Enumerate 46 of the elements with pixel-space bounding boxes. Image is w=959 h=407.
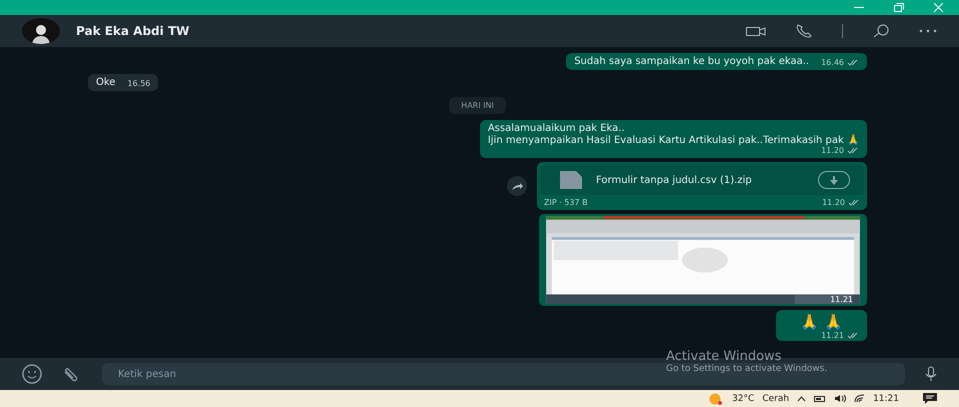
message-time: 16.46 [821,58,859,67]
file-icon [560,171,582,189]
weather-condition[interactable]: Cerah [762,394,790,404]
more-icon[interactable] [919,29,937,33]
person-silhouette-icon [30,22,52,44]
message-text: Sudah saya sampaikan ke bu yoyoh pak ekaa.. [574,56,810,67]
double-tick-icon [847,332,859,339]
minimize-icon[interactable] [854,6,864,8]
avatar[interactable] [22,18,60,44]
close-icon[interactable] [934,3,943,12]
speaker-icon[interactable] [834,394,846,403]
message-time: 11.20 [821,146,859,155]
double-tick-icon [847,147,859,154]
file-meta: ZIP · 537 B [544,198,588,207]
search-icon[interactable] [873,24,889,38]
contact-name[interactable]: Pak Eka Abdi TW [76,24,730,38]
share-arrow-icon [511,182,523,190]
activation-title: Activate Windows [666,349,782,364]
message-time: 16.56 [127,79,150,88]
chevron-up-icon[interactable] [797,396,806,402]
message-text: Oke [96,77,116,88]
phone-icon[interactable] [796,24,812,38]
notification-icon[interactable] [923,393,937,404]
double-tick-icon [848,199,860,206]
restore-icon[interactable] [894,3,904,12]
wifi-icon[interactable] [854,394,866,403]
activation-message: Go to Settings to activate Windows. [666,364,828,374]
message-time: 11.20 [822,198,860,207]
message-text: Assalamualaikum pak Eka.. Ijin menyampaikan Hasil Evaluasi Kartu Artikulasi pak..Terimakasih pak 🙏 [488,123,859,146]
microphone-icon[interactable] [925,366,937,382]
image-message[interactable]: 11.21 [539,214,867,306]
video-call-icon[interactable] [746,26,766,36]
message-time: 11.21 [830,295,853,304]
download-button[interactable] [818,171,850,189]
message-time: 11.21 [821,331,859,340]
emoji-text: 🙏 🙏 [799,312,844,331]
forward-button[interactable] [507,176,527,196]
weather-sun-icon[interactable] [708,392,724,404]
file-name: Formulir tanpa judul.csv (1).zip [596,174,753,186]
battery-icon[interactable] [814,394,826,402]
date-divider: HARI INI [449,97,506,114]
temperature[interactable]: 32°C [732,394,754,404]
emoji-icon[interactable] [22,364,42,384]
clock[interactable]: 11:21 [873,394,899,404]
download-icon [830,176,838,184]
double-tick-icon [847,59,859,66]
